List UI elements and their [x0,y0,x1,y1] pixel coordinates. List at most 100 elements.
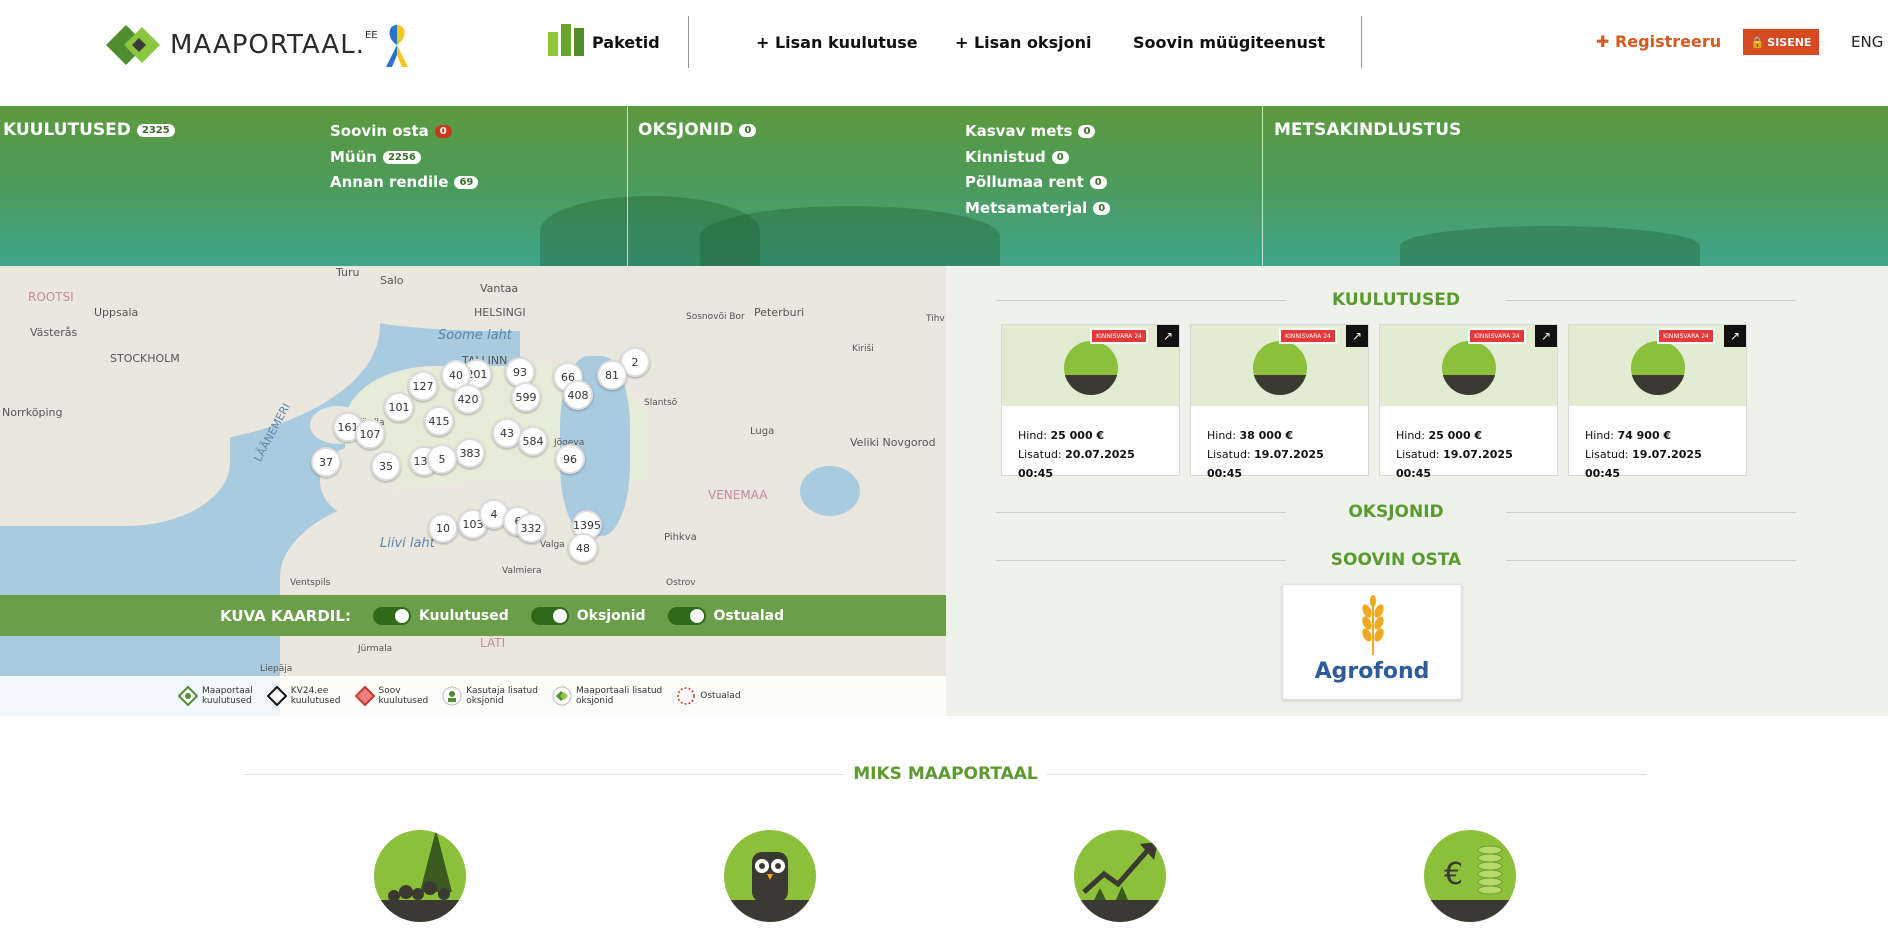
map-label: Veliki Novgorod [850,436,936,449]
map-cluster-marker[interactable]: 383 [455,438,485,468]
site-logo[interactable]: MAAPORTAAL. EE [106,20,412,70]
listing-card[interactable]: KINNISVARA 24 ↗ Hind: 74 900 € Lisatud: … [1568,324,1747,480]
map-cluster-marker[interactable]: 96 [555,444,585,474]
lock-icon: 🔒 [1750,35,1765,49]
link-label: Müün [330,148,377,166]
link-kasvav-mets[interactable]: Kasvav mets 0 [965,122,1096,140]
toggle-switch[interactable] [530,606,569,625]
forest-placeholder-icon [1631,341,1685,395]
map-cluster-marker[interactable]: 408 [563,380,593,410]
count-badge: 69 [454,176,479,189]
toggle-ostualad[interactable]: Ostualad [667,606,785,625]
external-link-icon[interactable]: ↗ [1157,325,1179,347]
kuulutused-title: KUULUTUSED [3,120,131,140]
link-soovin-osta[interactable]: Soovin osta 0 [330,122,452,140]
count-badge: 2325 [136,123,175,137]
map-cluster-marker[interactable]: 10 [428,513,458,543]
link-muun[interactable]: Müün 2256 [330,148,421,166]
listing-card[interactable]: KINNISVARA 24 ↗ Hind: 38 000 € Lisatud: … [1190,324,1369,480]
map-cluster-marker[interactable]: 48 [568,533,598,563]
price-value: 74 900 € [1617,429,1672,442]
toggle-kuulutused[interactable]: Kuulutused [372,606,509,625]
toggle-label: Ostualad [713,607,785,624]
external-link-icon[interactable]: ↗ [1724,325,1746,347]
map-label: ROOTSI [28,290,74,304]
map-cluster-marker[interactable]: 107 [355,419,385,449]
agrofond-partner-card[interactable]: Agrofond [1282,584,1462,700]
map-cluster-marker[interactable]: 584 [518,426,548,456]
ukraine-ribbon-icon [385,25,408,67]
register-link[interactable]: ✚ Registreeru [1596,32,1721,51]
map-label: VENEMAA [708,488,768,502]
map-cluster-marker[interactable]: 37 [311,447,341,477]
map-cluster-marker[interactable]: 127 [408,371,438,401]
toggle-oksjonid[interactable]: Oksjonid [530,606,646,625]
kinnisvara24-badge: KINNISVARA 24 [1090,328,1148,344]
owl-icon [724,830,816,922]
nav-add-listing[interactable]: + Lisan kuulutuse [756,33,918,52]
map-cluster-marker[interactable]: 5 [427,444,457,474]
legend-item: Maaportaal kuulutused [178,686,253,706]
nav-sales-service[interactable]: Soovin müügiteenust [1133,33,1325,52]
agrofond-logo-text: Agrofond [1314,659,1430,684]
nav-paketid[interactable]: Paketid [592,33,660,52]
listing-card[interactable]: KINNISVARA 24 ↗ Hind: 25 000 € Lisatud: … [1379,324,1558,480]
count-badge: 0 [1051,151,1069,164]
map-label: Salo [380,274,404,287]
link-pollumaa-rent[interactable]: Põllumaa rent 0 [965,173,1107,191]
external-link-icon[interactable]: ↗ [1346,325,1368,347]
map-label: Peterburi [754,306,805,319]
map-cluster-marker[interactable]: 81 [597,360,627,390]
kuulutused-heading[interactable]: KUULUTUSED 2325 [3,120,175,140]
toggle-label: Kuulutused [418,607,509,624]
map-cluster-marker[interactable]: 332 [516,513,546,543]
link-annan-rendile[interactable]: Annan rendile 69 [330,173,479,191]
map-cluster-marker[interactable]: 415 [424,406,454,436]
map-label: Västerås [30,326,78,339]
map-label: Slantsõ [644,398,678,408]
kv24-listing-icon [266,686,287,706]
listings-map[interactable]: ROOTSI Uppsala Västerås STOCKHOLM Norrkö… [0,266,946,716]
map-cluster-marker[interactable]: 420 [453,384,483,414]
map-label: Valmiera [502,566,542,576]
map-filter-title: KUVA KAARDIL: [220,606,351,625]
language-switch[interactable]: ENG [1851,33,1883,51]
map-label: Ostrov [666,578,696,588]
link-kinnistud[interactable]: Kinnistud 0 [965,148,1069,166]
nav-add-auction[interactable]: + Lisan oksjoni [955,33,1091,52]
login-button[interactable]: 🔒 SISENE [1743,29,1819,55]
band-divider [1262,106,1263,266]
listing-card[interactable]: KINNISVARA 24 ↗ Hind: 25 000 € Lisatud: … [1001,324,1180,480]
map-cluster-marker[interactable]: 35 [371,451,401,481]
add-user-icon: ✚ [1596,32,1610,51]
link-label: Soovin osta [330,122,429,140]
link-metsamaterjal[interactable]: Metsamaterjal 0 [965,199,1111,217]
metsakindlustus-heading[interactable]: METSAKINDLUSTUS [1274,120,1461,140]
user-auction-icon [442,686,462,706]
paketid-icon [548,24,584,56]
map-label: Liepāja [260,664,293,674]
toggle-switch[interactable] [372,606,411,625]
map-label: Vantaa [480,282,519,295]
maaportaal-listing-icon [178,686,198,706]
count-badge: 0 [434,125,452,138]
wanted-listing-icon [354,686,375,706]
price-label: Hind: [1018,429,1047,442]
band-divider [627,106,628,266]
legend-item: Kasutaja lisatud oksjonid [442,686,538,706]
map-label: HELSINGI [474,306,526,319]
legend-item: KV24.ee kuulutused [266,686,341,706]
map-label: Uppsala [94,306,139,319]
toggle-switch[interactable] [667,606,706,625]
band-forest-bg [1400,226,1700,266]
card-details: Hind: 38 000 € Lisatud: 19.07.2025 00:45 [1191,406,1368,503]
map-label: Tihv [926,314,945,324]
date-label: Lisatud: [1585,448,1629,461]
wheat-icon [1362,595,1384,655]
map-cluster-marker[interactable]: 599 [511,382,541,412]
oksjonid-heading[interactable]: OKSJONID 0 [638,120,757,140]
map-label: Soome laht [438,328,512,343]
svg-text:€: € [1444,857,1463,892]
map-cluster-marker[interactable]: 101 [384,392,414,422]
external-link-icon[interactable]: ↗ [1535,325,1557,347]
